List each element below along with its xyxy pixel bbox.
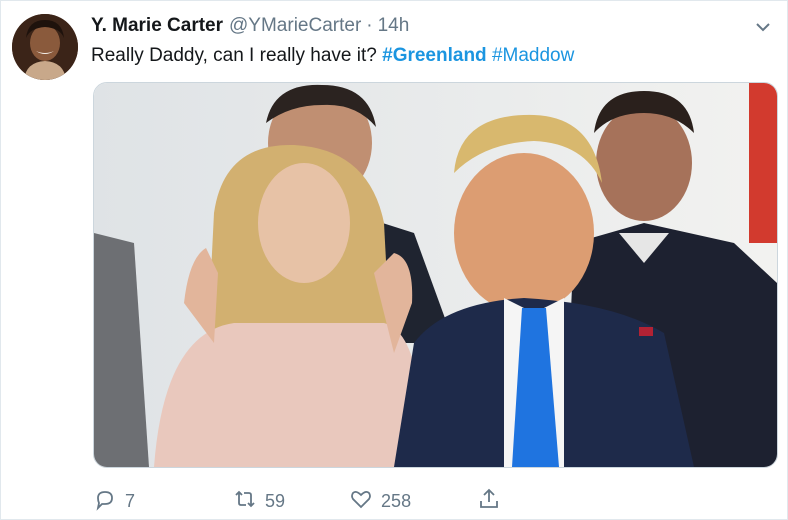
hashtag-greenland[interactable]: #Greenland	[382, 45, 487, 66]
user-handle[interactable]: @YMarieCarter	[229, 15, 361, 37]
tweet-text: Really Daddy, can I really have it? #Gre…	[91, 45, 574, 67]
tweet-photo[interactable]	[93, 82, 778, 468]
reply-button[interactable]: 7	[93, 487, 135, 516]
tweet-actions: 7 59 258	[93, 487, 501, 516]
timestamp[interactable]: 14h	[378, 15, 410, 37]
share-icon	[477, 487, 501, 516]
like-count: 258	[381, 491, 412, 511]
tweet-card[interactable]: Y. Marie Carter @YMarieCarter · 14h Real…	[0, 0, 788, 520]
tweet-text-body: Really Daddy, can I really have it?	[91, 45, 383, 66]
hashtag-maddow[interactable]: #Maddow	[492, 45, 574, 66]
retweet-icon	[233, 487, 257, 516]
photo-image	[94, 83, 777, 467]
avatar-image	[12, 14, 78, 80]
reply-count: 7	[125, 491, 136, 511]
like-button[interactable]: 258	[349, 487, 411, 516]
chevron-down-icon[interactable]	[751, 15, 775, 39]
tweet-header: Y. Marie Carter @YMarieCarter · 14h	[91, 15, 409, 39]
display-name[interactable]: Y. Marie Carter	[91, 15, 223, 37]
separator-dot: ·	[366, 15, 373, 36]
retweet-count: 59	[265, 491, 286, 511]
reply-icon	[93, 487, 117, 516]
heart-icon	[349, 487, 373, 516]
retweet-button[interactable]: 59	[233, 487, 285, 516]
avatar[interactable]	[12, 14, 78, 80]
share-button[interactable]	[477, 487, 501, 516]
